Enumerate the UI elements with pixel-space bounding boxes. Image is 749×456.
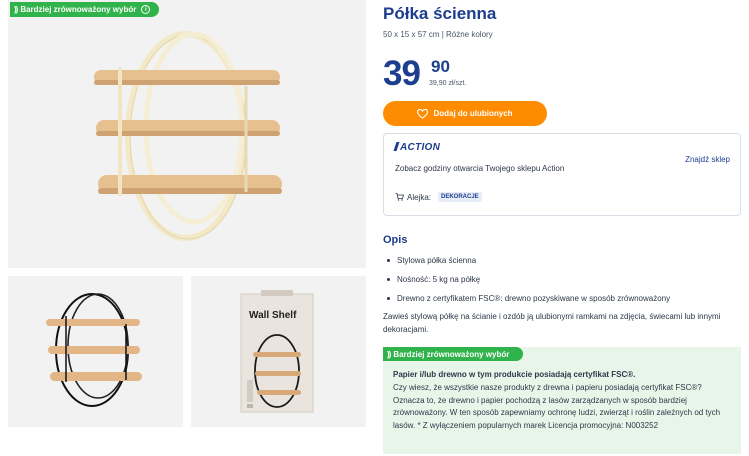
aisle-info: Alejka: DEKORACJE [395, 192, 482, 202]
aisle-label: Alejka: [407, 192, 432, 202]
eco-wave-icon: )) [387, 349, 391, 359]
action-logo-mark [393, 142, 400, 151]
find-store-link[interactable]: Znajdź sklep [685, 155, 730, 164]
action-logo-text: ACTION [400, 142, 441, 153]
product-title: Półka ścienna [383, 4, 497, 23]
thumbnail-packaging[interactable]: Wall Shelf [191, 276, 366, 427]
add-to-favorites-button[interactable]: Dodaj do ulubionych [383, 101, 547, 126]
sustainable-badge: )) Bardziej zrównoważony wybór i [10, 2, 160, 17]
fsc-explanation: Czy wiesz, że wszystkie nasze produkty z… [393, 382, 721, 431]
unit-price: 39,90 zł/szt. [429, 80, 467, 87]
action-logo: ACTION [393, 142, 441, 153]
sustainability-heading: )) Bardziej zrównoważony wybór [383, 347, 524, 361]
packaging-illustration [240, 290, 314, 413]
eco-wave-icon: )) [14, 5, 18, 14]
heart-icon [417, 108, 429, 119]
store-hours-text: Zobacz godziny otwarcia Twojego sklepu A… [395, 164, 565, 173]
feature-list: Stylowa półka ścienna Nośność: 5 kg na p… [387, 251, 670, 308]
fsc-statement: Papier i/lub drewno w tym produkcie posi… [393, 370, 636, 379]
sustainability-info-box: )) Bardziej zrównoważony wybór Papier i/… [383, 347, 741, 454]
black-shelf-illustration [46, 293, 142, 407]
wall-shelf-illustration [94, 31, 282, 241]
product-dimensions: 50 x 15 x 57 cm | Różne kolory [383, 30, 493, 39]
price-main: 39 [383, 54, 421, 93]
cart-icon [395, 193, 404, 201]
packaging-label: Wall Shelf [249, 310, 297, 321]
sustainability-heading-label: Bardziej zrównoważony wybór [393, 349, 510, 359]
shelf-middle [96, 120, 280, 136]
feature-item: Stylowa półka ścienna [387, 251, 670, 270]
add-to-favorites-label: Dodaj do ulubionych [433, 109, 513, 118]
shelf-bottom [98, 175, 282, 194]
feature-item: Drewno z certyfikatem FSC®: drewno pozys… [387, 289, 670, 308]
description-text: Zawieś stylową półkę na ścianie i ozdób … [383, 312, 721, 334]
sustainable-badge-label: Bardziej zrównoważony wybór [20, 5, 137, 14]
thumbnail-black-frame[interactable] [8, 276, 183, 427]
sustainability-text: Papier i/lub drewno w tym produkcie posi… [393, 369, 725, 433]
main-product-image[interactable]: )) Bardziej zrównoważony wybór i [8, 0, 366, 268]
aisle-tag[interactable]: DEKORACJE [438, 192, 482, 202]
info-icon[interactable]: i [141, 5, 151, 14]
description-heading: Opis [383, 234, 408, 246]
store-info-box: ACTION Zobacz godziny otwarcia Twojego s… [383, 133, 741, 216]
price-cents: 90 [431, 57, 450, 76]
feature-item: Nośność: 5 kg na półkę [387, 270, 670, 289]
